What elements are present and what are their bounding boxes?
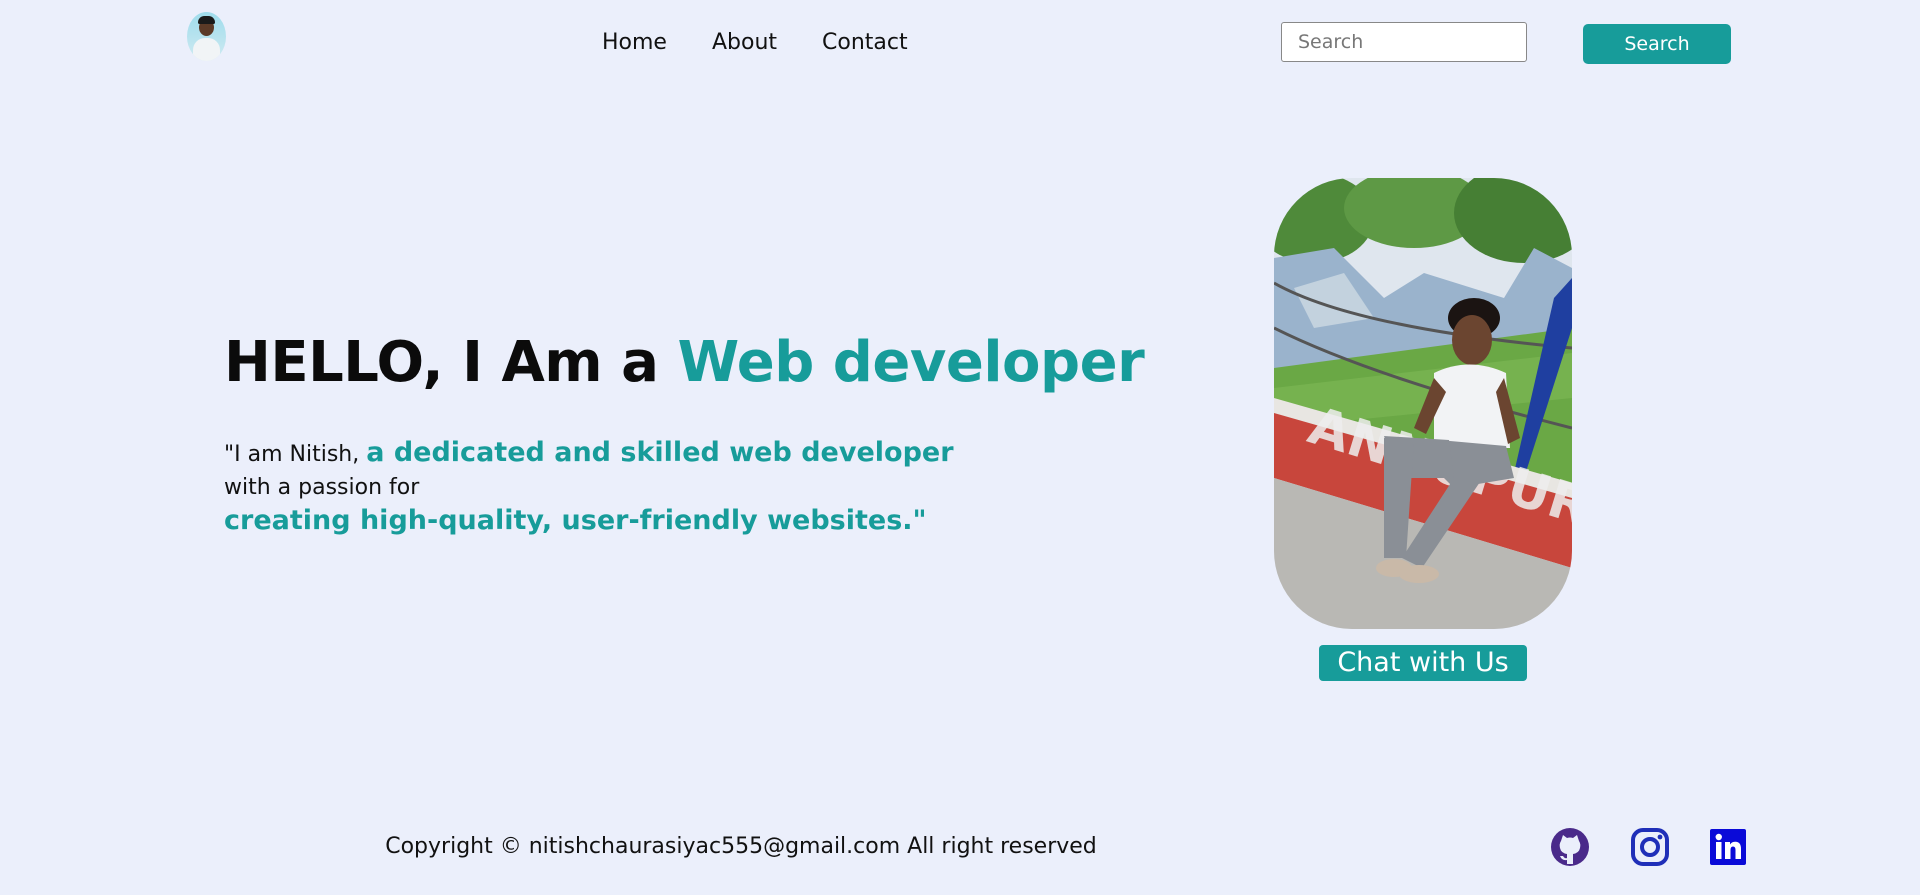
main-nav: Home About Contact: [602, 27, 908, 59]
search-input[interactable]: [1281, 22, 1527, 62]
footer-copyright: Copyright © nitishchaurasiyac555@gmail.c…: [385, 834, 1097, 859]
github-icon[interactable]: [1550, 827, 1590, 867]
nav-home-link[interactable]: Home: [602, 27, 667, 59]
hero-title: HELLO, I Am a Web developer: [224, 330, 1145, 395]
intro-text: "I am Nitish, a dedicated and skilled we…: [224, 435, 964, 540]
instagram-icon[interactable]: [1630, 827, 1670, 867]
nav-contact-link[interactable]: Contact: [822, 27, 908, 59]
intro-line1-accent: a dedicated and skilled web developer: [366, 437, 954, 468]
nav-about-link[interactable]: About: [712, 27, 777, 59]
search-button[interactable]: Search: [1583, 24, 1731, 64]
hero-title-accent: Web developer: [677, 330, 1145, 395]
profile-avatar: [187, 12, 226, 61]
intro-line2: with a passion for: [224, 475, 420, 500]
linkedin-icon[interactable]: [1708, 827, 1748, 867]
hero-title-plain: HELLO, I Am a: [224, 330, 678, 395]
chat-with-us-button[interactable]: Chat with Us: [1319, 645, 1527, 681]
profile-photo: ANNUPUR: [1274, 178, 1572, 629]
intro-line1-plain: "I am Nitish,: [224, 442, 367, 467]
intro-line3: creating high-quality, user-friendly web…: [224, 505, 927, 536]
